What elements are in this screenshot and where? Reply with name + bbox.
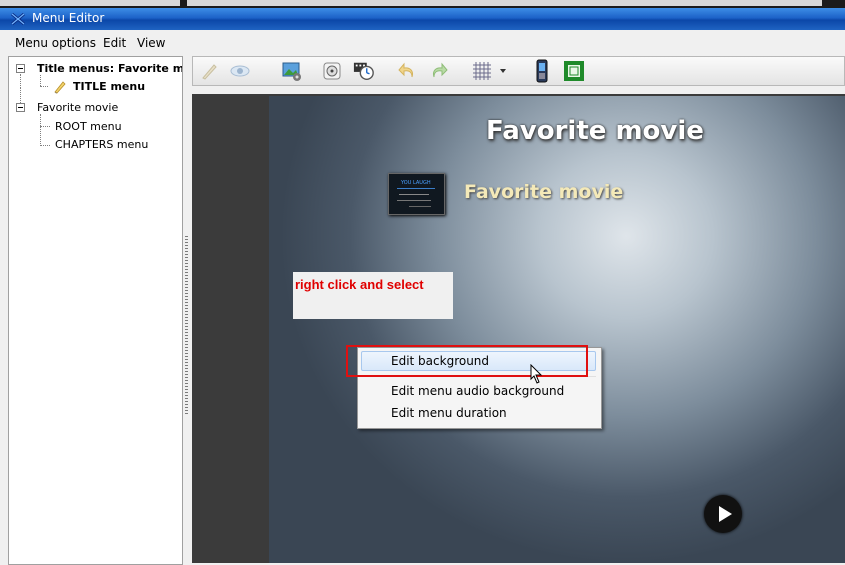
tree-connector (40, 75, 41, 86)
audio-icon[interactable] (321, 60, 343, 82)
menu-canvas[interactable] (269, 96, 845, 563)
instruction-text: right click and select (295, 277, 424, 292)
tree-connector (40, 86, 48, 87)
top-strip-segment (187, 0, 822, 6)
thumbnail-line (397, 188, 435, 189)
edit-menu-duration-item[interactable]: Edit menu duration (391, 406, 507, 420)
tree-connector (20, 74, 21, 86)
collapse-toggle-favorite-movie[interactable] (16, 103, 25, 112)
menu-title-text[interactable]: Favorite movie (486, 116, 704, 146)
edit-menu-audio-background-item[interactable]: Edit menu audio background (391, 384, 564, 398)
menu-button-text[interactable]: Favorite movie (464, 181, 623, 203)
tree-connector (40, 145, 50, 146)
highlight-box (346, 345, 588, 377)
redo-icon[interactable] (427, 60, 449, 82)
grid-dropdown-icon[interactable] (497, 60, 509, 82)
instruction-callout: right click and select (293, 272, 453, 319)
thumbnail-line (399, 194, 429, 195)
tree-connector (20, 87, 21, 103)
edit-menu[interactable]: Edit (103, 36, 126, 50)
tree-connector (40, 126, 50, 127)
button-thumbnail[interactable]: YOU LAUGH (388, 173, 445, 215)
grid-icon[interactable] (471, 60, 493, 82)
menu-options-menu[interactable]: Menu options (15, 36, 96, 50)
app-icon (11, 12, 25, 26)
tree-connector (40, 114, 41, 146)
window-title: Menu Editor (32, 11, 105, 25)
preview-eye-icon[interactable] (229, 60, 251, 82)
edit-pencil-icon[interactable] (199, 60, 221, 82)
menu-tree-panel: Title menus: Favorite mov TITLE menu Fav… (8, 56, 183, 565)
mouse-cursor-icon (530, 364, 543, 384)
tree-node-favorite-movie[interactable]: Favorite movie (37, 101, 118, 114)
tree-node-chapters-menu[interactable]: CHAPTERS menu (55, 138, 148, 151)
undo-icon[interactable] (397, 60, 419, 82)
collapse-toggle-title-menus[interactable] (16, 64, 25, 73)
thumbnail-caption: YOU LAUGH (401, 180, 431, 186)
tree-node-title-menu[interactable]: TITLE menu (73, 80, 145, 93)
editor-toolbar (192, 56, 845, 86)
menu-bar: Menu options Edit View (0, 32, 845, 54)
view-menu[interactable]: View (137, 36, 165, 50)
duration-clock-icon[interactable] (353, 60, 375, 82)
window-title-bar[interactable]: Menu Editor (0, 8, 845, 30)
pencil-icon (54, 81, 66, 94)
background-image-icon[interactable] (281, 60, 303, 82)
tree-node-root-menu[interactable]: ROOT menu (55, 120, 122, 133)
top-strip (0, 0, 845, 8)
top-strip-segment (0, 0, 180, 6)
safe-area-icon[interactable] (563, 60, 585, 82)
thumbnail-line (397, 200, 431, 201)
play-button-icon[interactable] (704, 495, 742, 533)
thumbnail-line (409, 206, 431, 207)
phone-device-icon[interactable] (531, 59, 553, 83)
tree-node-title-menus[interactable]: Title menus: Favorite mov (37, 62, 182, 75)
splitter-grip[interactable] (185, 236, 188, 416)
